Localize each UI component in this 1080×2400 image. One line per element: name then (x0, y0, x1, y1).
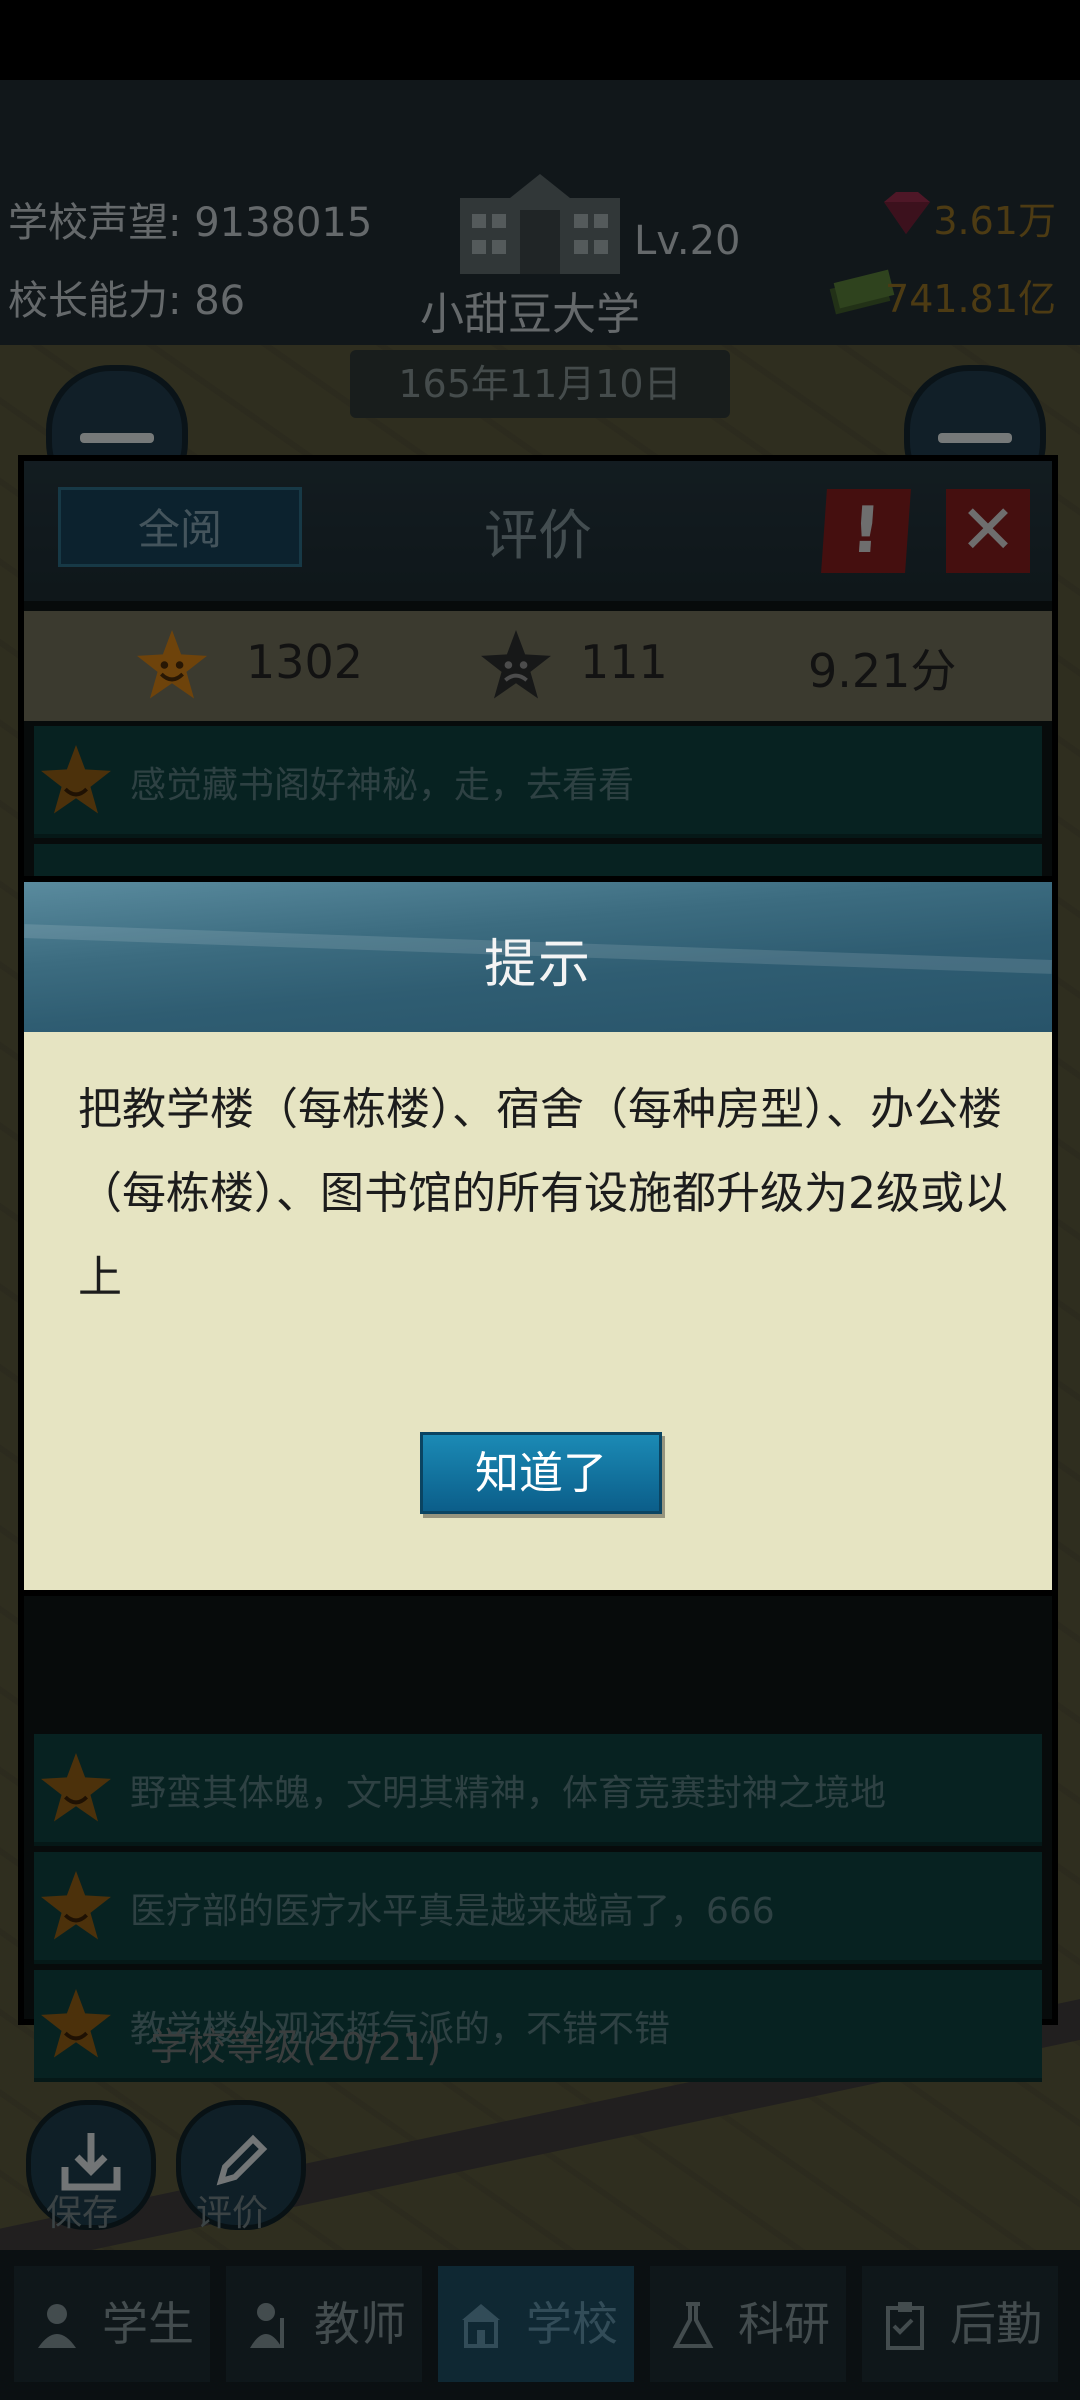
tip-dialog-header: 提示 (24, 882, 1052, 1032)
ok-button[interactable]: 知道了 (420, 1432, 662, 1514)
tip-dialog-title: 提示 (483, 935, 592, 995)
status-bar (0, 0, 1080, 80)
tip-dialog: 提示 把教学楼（每栋楼）、宿舍（每种房型）、办公楼（每栋楼）、图书馆的所有设施都… (18, 876, 1058, 1596)
tip-dialog-body: 把教学楼（每栋楼）、宿舍（每种房型）、办公楼（每栋楼）、图书馆的所有设施都升级为… (24, 1032, 1052, 1590)
tip-dialog-message: 把教学楼（每栋楼）、宿舍（每种房型）、办公楼（每栋楼）、图书馆的所有设施都升级为… (78, 1084, 1008, 1303)
